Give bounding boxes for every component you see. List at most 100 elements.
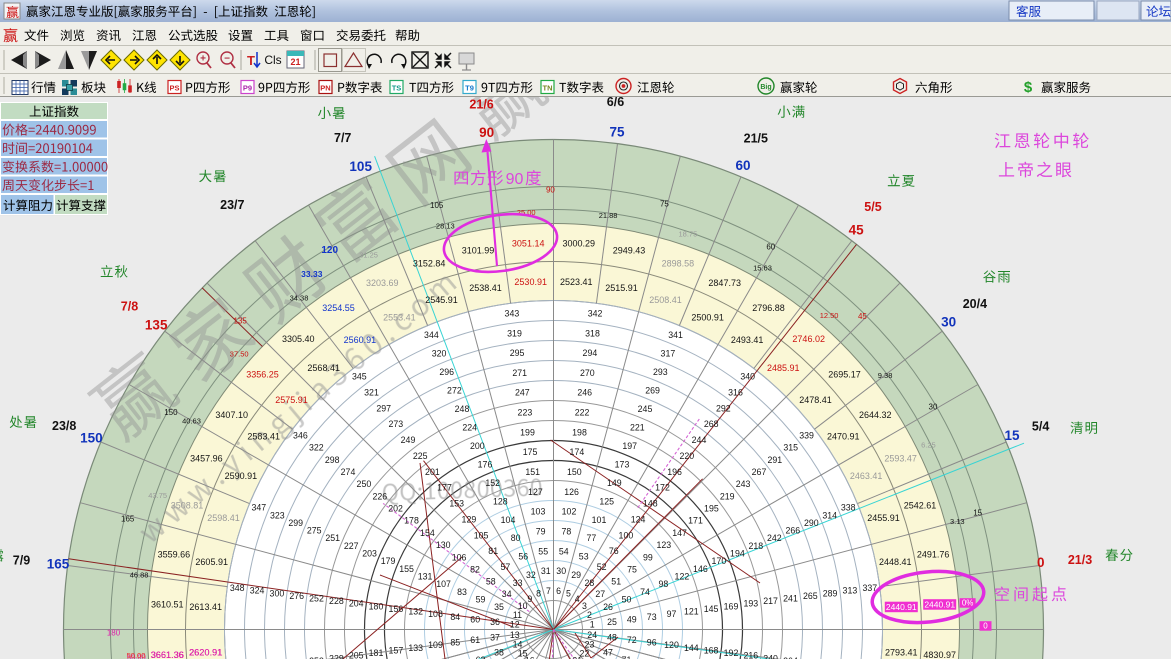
svg-text:348: 348 — [230, 583, 245, 593]
svg-text:241: 241 — [783, 594, 798, 604]
svg-text:157: 157 — [389, 646, 404, 656]
svg-text:314: 314 — [822, 510, 837, 520]
svg-text:3559.66: 3559.66 — [158, 549, 191, 559]
svg-text:2553.41: 2553.41 — [383, 312, 416, 322]
svg-text:PS: PS — [169, 84, 179, 93]
svg-text:2478.41: 2478.41 — [799, 395, 832, 405]
svg-text:180: 180 — [107, 628, 121, 637]
svg-text:2793.41: 2793.41 — [885, 648, 918, 658]
svg-text:218: 218 — [748, 541, 763, 551]
svg-text:316: 316 — [728, 388, 743, 398]
svg-text:38: 38 — [494, 647, 504, 657]
svg-text:23/7: 23/7 — [220, 198, 244, 212]
svg-text:2560.91: 2560.91 — [344, 335, 377, 345]
svg-text:168: 168 — [704, 646, 719, 656]
svg-text:123: 123 — [656, 540, 671, 550]
svg-text:265: 265 — [803, 591, 818, 601]
svg-text:170: 170 — [712, 556, 727, 566]
svg-text:220: 220 — [679, 451, 694, 461]
svg-text:5/4: 5/4 — [1032, 420, 1049, 434]
svg-text:296: 296 — [439, 367, 454, 377]
svg-text:75: 75 — [660, 200, 669, 209]
svg-text:346: 346 — [293, 431, 308, 441]
svg-text:72: 72 — [627, 635, 637, 645]
svg-text:2448.41: 2448.41 — [879, 557, 912, 567]
svg-text:344: 344 — [424, 330, 439, 340]
svg-text:108: 108 — [428, 609, 443, 619]
svg-text:249: 249 — [401, 435, 416, 445]
svg-text:339: 339 — [799, 431, 814, 441]
svg-text:103: 103 — [531, 507, 546, 517]
svg-text:2455.91: 2455.91 — [867, 513, 900, 523]
svg-text:145: 145 — [704, 604, 719, 614]
svg-text:15.63: 15.63 — [753, 263, 772, 272]
svg-text:2568.41: 2568.41 — [307, 363, 340, 373]
svg-text:269: 269 — [645, 385, 660, 395]
svg-text:79: 79 — [536, 527, 546, 537]
svg-text:3305.40: 3305.40 — [282, 334, 315, 344]
svg-text:33.33: 33.33 — [301, 269, 323, 279]
svg-text:244: 244 — [692, 435, 707, 445]
svg-text:225: 225 — [413, 451, 428, 461]
svg-text:154: 154 — [420, 528, 435, 538]
svg-text:31.25: 31.25 — [359, 250, 378, 259]
svg-text:289: 289 — [823, 588, 838, 598]
svg-text:26: 26 — [603, 602, 613, 612]
svg-text:16: 16 — [525, 656, 535, 659]
svg-text:18.75: 18.75 — [679, 230, 698, 239]
svg-text:Cls: Cls — [264, 53, 281, 67]
svg-text:341: 341 — [668, 330, 683, 340]
svg-text:274: 274 — [341, 467, 356, 477]
svg-text:23/8: 23/8 — [52, 419, 76, 433]
svg-text:294: 294 — [583, 348, 598, 358]
svg-text:272: 272 — [447, 385, 462, 395]
svg-text:196: 196 — [667, 467, 682, 477]
svg-text:60: 60 — [735, 158, 750, 173]
svg-text:3610.51: 3610.51 — [151, 600, 184, 610]
svg-text:271: 271 — [512, 368, 527, 378]
svg-text:0: 0 — [983, 622, 988, 631]
svg-text:105: 105 — [430, 201, 444, 210]
svg-text:27: 27 — [595, 589, 605, 599]
svg-text:144: 144 — [684, 643, 699, 653]
svg-text:151: 151 — [525, 467, 540, 477]
svg-text:3101.99: 3101.99 — [462, 245, 495, 255]
svg-text:47: 47 — [603, 647, 613, 657]
svg-text:PN: PN — [320, 84, 330, 93]
svg-text:120: 120 — [664, 640, 679, 650]
svg-text:319: 319 — [507, 328, 522, 338]
svg-text:6.25: 6.25 — [921, 440, 936, 449]
svg-text:268: 268 — [704, 419, 719, 429]
svg-text:133: 133 — [408, 643, 423, 653]
svg-text:105: 105 — [349, 159, 372, 174]
svg-text:195: 195 — [704, 504, 719, 514]
svg-text:321: 321 — [364, 388, 379, 398]
svg-text:193: 193 — [743, 599, 758, 609]
svg-text:2898.58: 2898.58 — [662, 258, 695, 268]
svg-text:221: 221 — [630, 422, 645, 432]
svg-text:36: 36 — [490, 617, 500, 627]
svg-text:3152.84: 3152.84 — [413, 258, 446, 268]
svg-text:313: 313 — [843, 586, 858, 596]
svg-text:2613.41: 2613.41 — [189, 602, 222, 612]
svg-text:173: 173 — [615, 459, 630, 469]
svg-text:2949.43: 2949.43 — [613, 245, 646, 255]
svg-text:324: 324 — [250, 586, 265, 596]
svg-text:273: 273 — [388, 419, 403, 429]
svg-text:49: 49 — [627, 614, 637, 624]
svg-text:124: 124 — [631, 514, 646, 524]
svg-text:50.00: 50.00 — [127, 651, 146, 659]
svg-text:347: 347 — [251, 503, 266, 513]
svg-text:2508.41: 2508.41 — [649, 295, 682, 305]
svg-text:298: 298 — [325, 455, 340, 465]
svg-text:171: 171 — [688, 516, 703, 526]
svg-text:21/3: 21/3 — [1068, 553, 1092, 567]
svg-text:21/6: 21/6 — [469, 98, 493, 112]
svg-text:155: 155 — [399, 564, 414, 574]
svg-text:2542.61: 2542.61 — [904, 501, 937, 511]
svg-text:TN: TN — [543, 84, 553, 93]
svg-text:129: 129 — [462, 514, 477, 524]
svg-text:6/6: 6/6 — [607, 95, 624, 109]
svg-text:165: 165 — [121, 514, 135, 523]
svg-text:175: 175 — [523, 447, 538, 457]
